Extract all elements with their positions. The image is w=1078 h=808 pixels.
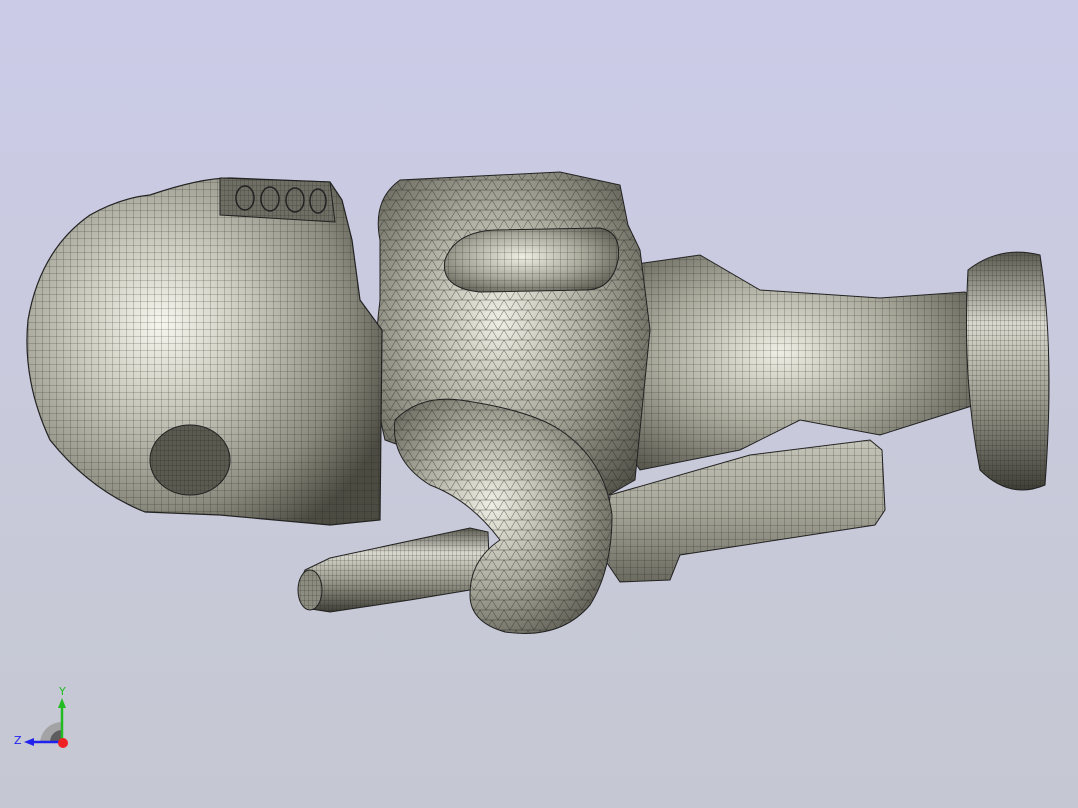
triad-view-cone (40, 721, 62, 742)
y-axis-label: Y (58, 685, 66, 698)
z-axis-label: Z (14, 734, 22, 747)
orientation-triad[interactable]: Y Z (10, 684, 76, 754)
foot-part[interactable] (966, 251, 1050, 491)
helmet-part[interactable] (26, 177, 383, 526)
graphics-viewport[interactable]: Y Z (0, 0, 1078, 808)
mesh-model[interactable] (0, 0, 1078, 808)
x-axis-point (58, 738, 68, 748)
leg-part[interactable] (619, 254, 976, 471)
gun-part[interactable] (297, 527, 491, 613)
